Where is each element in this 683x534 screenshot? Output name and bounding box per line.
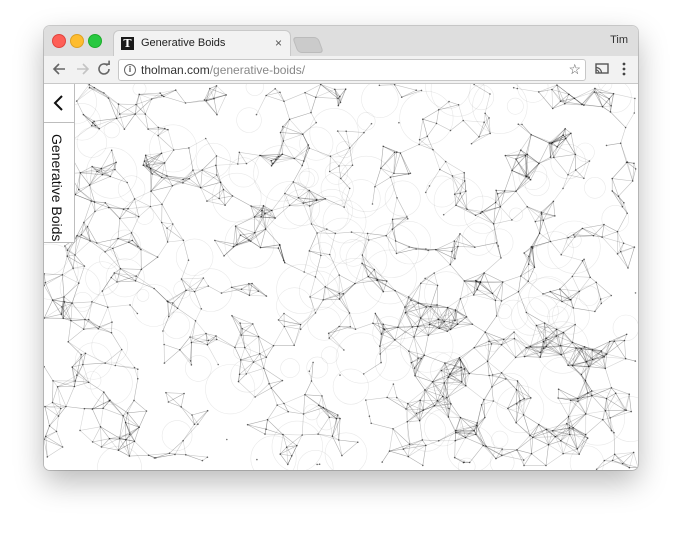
generative-mesh-artwork [44, 84, 638, 470]
tab-title: Generative Boids [141, 37, 226, 49]
new-tab-button[interactable] [293, 38, 323, 52]
profile-name[interactable]: Tim [610, 34, 628, 46]
chevron-left-icon[interactable] [44, 84, 74, 123]
info-icon[interactable]: i [124, 64, 136, 76]
site-favicon-icon: T [121, 37, 134, 50]
url-path: /generative-boids/ [209, 63, 306, 77]
title-bar: T Generative Boids × Tim [44, 26, 638, 56]
kebab-menu-icon[interactable] [614, 59, 634, 79]
tab-generative-boids[interactable]: T Generative Boids × [114, 31, 290, 56]
close-window-button[interactable] [52, 34, 66, 48]
maximize-window-button[interactable] [88, 34, 102, 48]
boids-canvas[interactable] [44, 84, 638, 470]
browser-toolbar: i tholman.com/generative-boids/ ☆ [44, 56, 638, 84]
url-domain: tholman.com [141, 63, 210, 77]
side-panel: Generative Boids [44, 84, 75, 243]
cast-icon[interactable] [592, 59, 612, 79]
back-arrow-icon[interactable] [50, 59, 70, 79]
address-bar[interactable]: i tholman.com/generative-boids/ ☆ [118, 59, 586, 81]
browser-window: T Generative Boids × Tim i tholman.com/g… [44, 26, 638, 470]
page-title: Generative Boids [47, 134, 71, 242]
url-text[interactable]: tholman.com/generative-boids/ [141, 63, 305, 77]
star-icon[interactable]: ☆ [568, 61, 581, 78]
forward-arrow-icon[interactable] [72, 59, 92, 79]
side-title-text: Generative Boids [49, 134, 65, 242]
reload-icon[interactable] [94, 59, 114, 79]
tab-close-icon[interactable]: × [275, 36, 282, 50]
minimize-window-button[interactable] [70, 34, 84, 48]
